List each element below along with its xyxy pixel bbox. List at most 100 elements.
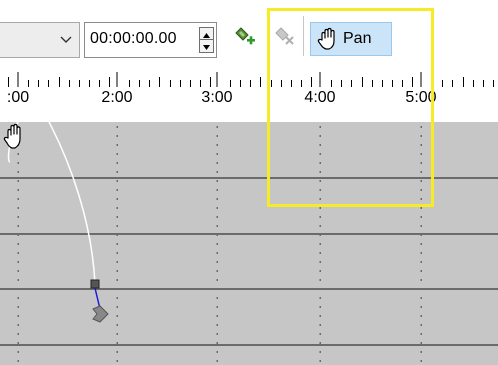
- ruler-label: :00: [6, 89, 30, 106]
- grid-line-vertical: [17, 216, 19, 218]
- grid-line-vertical: [116, 306, 118, 308]
- grid-line-vertical: [216, 351, 218, 353]
- grid-line-vertical: [216, 135, 218, 137]
- grid-line-vertical: [116, 342, 118, 344]
- grid-line-vertical: [216, 360, 218, 362]
- grid-line-vertical: [116, 198, 118, 200]
- grid-line-vertical: [216, 189, 218, 191]
- grid-line-vertical: [319, 279, 321, 281]
- grid-line-vertical: [420, 279, 422, 281]
- grid-line-vertical: [319, 351, 321, 353]
- grid-line-vertical: [216, 126, 218, 128]
- grid-line-vertical: [420, 216, 422, 218]
- grid-line-vertical: [116, 243, 118, 245]
- grid-line-vertical: [319, 252, 321, 254]
- grid-line-vertical: [17, 189, 19, 191]
- grid-line-vertical: [116, 225, 118, 227]
- add-keyframe-icon: [235, 27, 255, 45]
- grid-line-vertical: [319, 243, 321, 245]
- grid-line-vertical: [216, 315, 218, 317]
- grid-line-vertical: [216, 333, 218, 335]
- grid-line-vertical: [216, 171, 218, 173]
- grid-line-vertical: [216, 297, 218, 299]
- keyframe-node: [90, 279, 100, 289]
- grid-line-vertical: [17, 270, 19, 272]
- grid-line-vertical: [319, 216, 321, 218]
- spin-up-button[interactable]: [200, 28, 213, 40]
- grid-line-vertical: [319, 333, 321, 335]
- grid-line-vertical: [420, 243, 422, 245]
- grid-line-vertical: [17, 333, 19, 335]
- time-input[interactable]: 00:00:00.00: [84, 22, 217, 58]
- spin-down-icon: [203, 45, 210, 50]
- ruler-label: 3:00: [201, 89, 233, 106]
- grid-line-vertical: [420, 297, 422, 299]
- grid-line-vertical: [116, 261, 118, 263]
- grid-line-vertical: [116, 324, 118, 326]
- grid-line-vertical: [319, 270, 321, 272]
- grid-line-vertical: [319, 360, 321, 362]
- grid-line-vertical: [116, 171, 118, 173]
- grid-line-vertical: [420, 252, 422, 254]
- grid-line-vertical: [17, 288, 19, 290]
- grid-line-vertical: [216, 243, 218, 245]
- grid-line-vertical: [216, 306, 218, 308]
- grid-line-vertical: [17, 198, 19, 200]
- preset-dropdown[interactable]: [0, 22, 80, 58]
- grid-line-vertical: [216, 342, 218, 344]
- spin-down-button[interactable]: [200, 40, 213, 52]
- grid-line-vertical: [216, 324, 218, 326]
- grid-line-vertical: [216, 198, 218, 200]
- grid-line-vertical: [420, 324, 422, 326]
- grid-line-vertical: [319, 261, 321, 263]
- grid-line-vertical: [116, 126, 118, 128]
- grid-line-vertical: [319, 288, 321, 290]
- grid-line-vertical: [17, 180, 19, 182]
- grid-line-vertical: [116, 180, 118, 182]
- grid-line-vertical: [116, 288, 118, 290]
- grid-line-vertical: [216, 153, 218, 155]
- grid-line-vertical: [17, 279, 19, 281]
- grid-line-vertical: [216, 162, 218, 164]
- chevron-down-icon: [60, 36, 72, 43]
- grid-line-vertical: [17, 297, 19, 299]
- grid-line-vertical: [420, 342, 422, 344]
- grid-line-vertical: [116, 135, 118, 137]
- grid-line-vertical: [216, 225, 218, 227]
- highlight-box: [267, 8, 434, 207]
- grid-line-vertical: [116, 315, 118, 317]
- grid-line-vertical: [319, 315, 321, 317]
- grid-line-vertical: [216, 288, 218, 290]
- grid-line-vertical: [116, 279, 118, 281]
- envelope-curve: [48, 122, 96, 285]
- grid-line-vertical: [420, 288, 422, 290]
- grid-line-vertical: [17, 153, 19, 155]
- grid-line-vertical: [116, 216, 118, 218]
- grid-line-vertical: [116, 360, 118, 362]
- grid-line-vertical: [17, 171, 19, 173]
- grid-line-vertical: [116, 252, 118, 254]
- time-spinner[interactable]: [199, 27, 214, 53]
- grid-line-vertical: [216, 144, 218, 146]
- grid-line-vertical: [420, 234, 422, 236]
- grid-line-vertical: [420, 315, 422, 317]
- grid-line-vertical: [17, 207, 19, 209]
- add-keyframe-button[interactable]: [232, 24, 258, 54]
- grid-line-vertical: [319, 207, 321, 209]
- grid-line-vertical: [116, 351, 118, 353]
- grid-line-vertical: [319, 234, 321, 236]
- grid-line-vertical: [420, 270, 422, 272]
- grid-line-vertical: [17, 243, 19, 245]
- grid-line-vertical: [17, 315, 19, 317]
- grid-line-vertical: [319, 225, 321, 227]
- grid-line-vertical: [216, 216, 218, 218]
- grid-line-vertical: [319, 324, 321, 326]
- grid-line-vertical: [420, 261, 422, 263]
- grid-line-vertical: [17, 351, 19, 353]
- grid-line-vertical: [420, 207, 422, 209]
- grid-line-vertical: [17, 306, 19, 308]
- grid-line-vertical: [116, 153, 118, 155]
- grid-line-vertical: [116, 144, 118, 146]
- grid-line-vertical: [420, 225, 422, 227]
- grid-line-vertical: [116, 207, 118, 209]
